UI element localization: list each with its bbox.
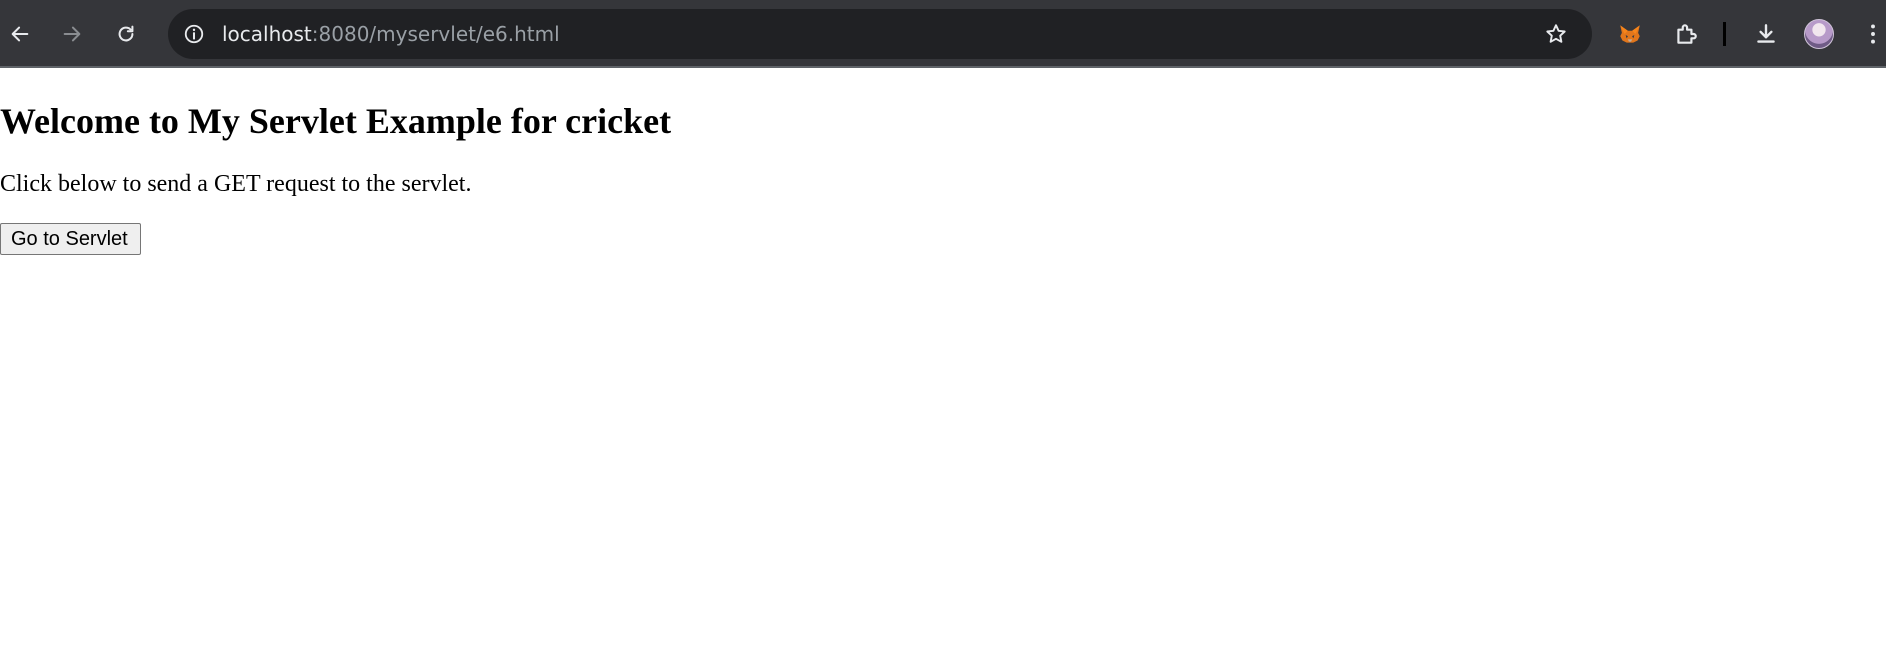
extensions-button[interactable] [1666,14,1706,54]
star-icon [1546,24,1566,43]
site-info-button[interactable] [176,16,212,52]
downloads-button[interactable] [1746,14,1786,54]
arrow-right-icon [63,26,81,42]
instruction-text: Click below to send a GET request to the… [0,171,472,197]
page-title: Welcome to My Servlet Example for cricke… [0,101,672,141]
toolbar-divider [1723,22,1726,46]
arrow-left-icon [11,26,29,42]
url-text[interactable]: localhost:8080/myservlet/e6.html [222,9,560,59]
reload-icon [118,25,134,42]
profile-avatar[interactable] [1804,19,1834,49]
browser-toolbar: localhost:8080/myservlet/e6.html [0,0,1886,68]
download-icon [1757,24,1775,43]
metamask-extension-button[interactable] [1610,14,1650,54]
page-content: Welcome to My Servlet Example for cricke… [0,70,1886,664]
address-bar[interactable]: localhost:8080/myservlet/e6.html [168,9,1592,59]
url-path: :8080/myservlet/e6.html [311,22,560,46]
browser-menu-button[interactable] [1860,14,1886,54]
forward-button[interactable] [52,14,92,54]
reload-button[interactable] [106,14,146,54]
url-host: localhost [222,22,312,46]
bookmark-button[interactable] [1540,18,1572,50]
kebab-menu-icon [1871,24,1875,44]
back-button[interactable] [0,14,40,54]
fox-icon [1620,25,1640,43]
info-icon [184,24,204,44]
go-to-servlet-button[interactable]: Go to Servlet [0,223,141,255]
puzzle-icon [1677,24,1697,44]
